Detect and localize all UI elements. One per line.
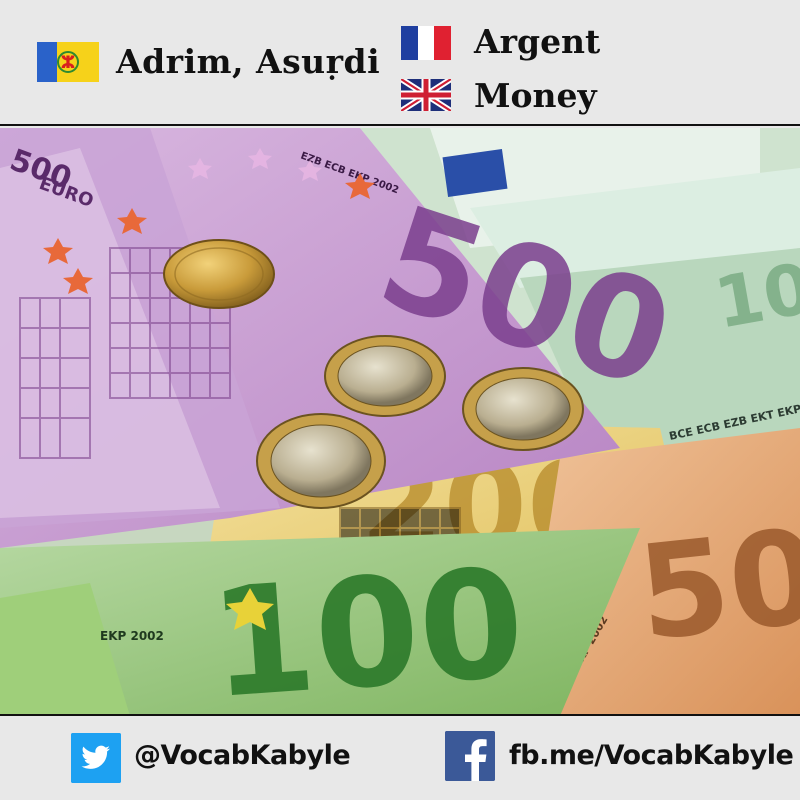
facebook-link[interactable]: fb.me/VocabKabyle bbox=[509, 740, 794, 771]
twitter-handle[interactable]: @VocabKabyle bbox=[134, 740, 351, 771]
hundred-value: 100 bbox=[205, 537, 529, 716]
twitter-icon[interactable] bbox=[71, 733, 121, 783]
kabyle-flag-icon: ⵣ bbox=[37, 42, 99, 82]
english-word: Money bbox=[474, 76, 597, 115]
hundred-note-code: EKP 2002 bbox=[100, 629, 164, 643]
uk-flag-icon bbox=[401, 79, 451, 111]
france-flag-icon bbox=[401, 26, 451, 60]
fifty-value: 50 bbox=[631, 500, 800, 670]
hundred-euro-notes: 100 EKP 2002 bbox=[0, 528, 640, 716]
french-word: Argent bbox=[474, 22, 601, 61]
svg-text:ⵣ: ⵣ bbox=[61, 53, 75, 73]
card: ⵣ Adrim, Asuṛdi Argent Money 10 BCE ECB … bbox=[0, 0, 800, 800]
euro-money-illustration: 10 BCE ECB EZB EKT EKP 200 50 EKT EKP 20… bbox=[0, 128, 800, 716]
money-photo: 10 BCE ECB EZB EKT EKP 200 50 EKT EKP 20… bbox=[0, 128, 800, 716]
header: ⵣ Adrim, Asuṛdi Argent Money bbox=[0, 0, 800, 126]
facebook-icon[interactable] bbox=[445, 731, 495, 781]
kabyle-word: Adrim, Asuṛdi bbox=[116, 42, 381, 81]
svg-text:10: 10 bbox=[709, 247, 800, 345]
